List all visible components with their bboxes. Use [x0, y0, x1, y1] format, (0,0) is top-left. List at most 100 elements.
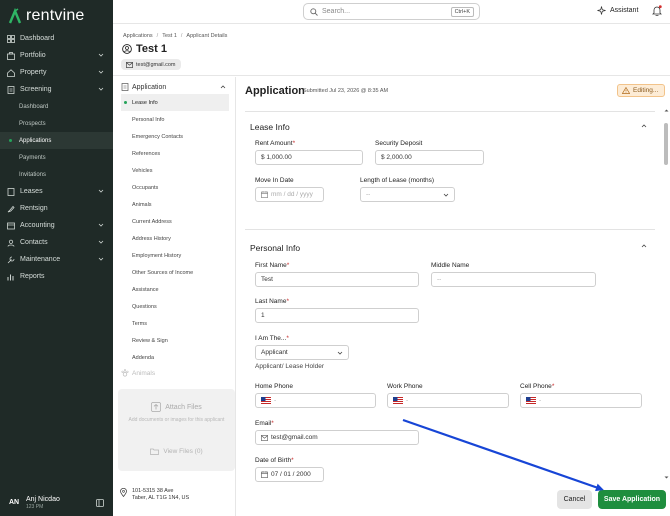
- sidebar-subitem-dashboard[interactable]: Dashboard: [0, 98, 113, 115]
- section-nav-item-occupants[interactable]: Occupants: [121, 179, 229, 196]
- sidebar-subitem-payments[interactable]: Payments: [0, 149, 113, 166]
- bell-icon[interactable]: [652, 5, 662, 16]
- rentvine-logo-icon: [8, 8, 22, 24]
- section-nav-item-other-income[interactable]: Other Sources of Income: [121, 264, 229, 281]
- sidebar-subitem-invitations[interactable]: Invitations: [0, 166, 113, 183]
- section-nav-item-assistance[interactable]: Assistance: [121, 281, 229, 298]
- us-flag-icon: [393, 397, 403, 404]
- breadcrumb-applications[interactable]: Applications: [123, 33, 153, 39]
- section-nav-animals-group[interactable]: Animals: [121, 369, 155, 377]
- scroll-down-arrow-icon[interactable]: [664, 475, 669, 480]
- section-nav-item-address-history[interactable]: Address History: [121, 230, 229, 247]
- rentsign-icon: [7, 205, 15, 213]
- sidebar-subitem-label: Applications: [19, 137, 52, 144]
- last-name-field[interactable]: 1: [255, 308, 419, 323]
- user-profile[interactable]: AN Anj Nicdao 123 PM: [0, 489, 113, 516]
- section-nav-heading[interactable]: Application: [121, 81, 229, 93]
- chevron-down-icon: [337, 351, 343, 355]
- first-name-field[interactable]: Test: [255, 272, 419, 287]
- email-field[interactable]: test@gmail.com: [255, 430, 419, 445]
- sidebar-subitem-applications[interactable]: Applications: [0, 132, 113, 149]
- section-nav-item-vehicles[interactable]: Vehicles: [121, 162, 229, 179]
- attach-files-dropzone[interactable]: Attach Files Add documents or images for…: [123, 394, 230, 434]
- section-nav-item-current-address[interactable]: Current Address: [121, 213, 229, 230]
- section-nav-label: Address History: [132, 235, 171, 242]
- scroll-up-arrow-icon[interactable]: [664, 108, 669, 113]
- assistant-button[interactable]: Assistant: [597, 6, 638, 15]
- section-nav-item-addenda[interactable]: Addenda: [121, 349, 229, 366]
- sidebar-item-reports[interactable]: Reports: [0, 268, 113, 285]
- section-nav-label: Questions: [132, 303, 157, 310]
- sidebar-item-label: Rentsign: [20, 205, 48, 212]
- search-input[interactable]: Search... Ctrl+K: [303, 3, 480, 20]
- section-nav-item-personal-info[interactable]: Personal Info: [121, 111, 229, 128]
- save-application-button[interactable]: Save Application: [598, 490, 666, 509]
- rent-amount-field[interactable]: $ 1,000.00: [255, 150, 363, 165]
- security-deposit-field[interactable]: $ 2,000.00: [375, 150, 484, 165]
- sidebar-subitem-prospects[interactable]: Prospects: [0, 115, 113, 132]
- chevron-up-icon[interactable]: [641, 243, 647, 249]
- work-phone-field[interactable]: -: [387, 393, 509, 408]
- work-phone-label: Work Phone: [387, 383, 423, 390]
- home-phone-prefix: -: [274, 397, 277, 404]
- sidebar-subitem-label: Dashboard: [19, 103, 49, 110]
- lease-length-select[interactable]: --: [360, 187, 455, 202]
- section-nav-item-employment-history[interactable]: Employment History: [121, 247, 229, 264]
- date-of-birth-field[interactable]: 07 / 01 / 2000: [255, 467, 324, 482]
- section-nav-animals-label: Animals: [132, 369, 156, 377]
- chevron-up-icon[interactable]: [641, 123, 647, 129]
- lease-info-title: Lease Info: [250, 122, 290, 132]
- move-in-date-field[interactable]: mm / dd / yyyy: [255, 187, 324, 202]
- cancel-button[interactable]: Cancel: [557, 490, 592, 509]
- sidebar-item-maintenance[interactable]: Maintenance: [0, 251, 113, 268]
- i-am-the-helper: Applicant/ Lease Holder: [255, 363, 325, 370]
- sidebar-item-leases[interactable]: Leases: [0, 183, 113, 200]
- section-divider: [245, 229, 655, 230]
- folder-icon: [150, 448, 160, 455]
- section-nav-item-animals[interactable]: Animals: [121, 196, 229, 213]
- home-phone-field[interactable]: -: [255, 393, 376, 408]
- i-am-the-select[interactable]: Applicant: [255, 345, 349, 360]
- email-chip[interactable]: test@gmail.com: [121, 59, 181, 70]
- breadcrumb-test-1[interactable]: Test 1: [162, 33, 177, 39]
- sidebar-collapse-icon[interactable]: [96, 499, 104, 507]
- sidebar-item-portfolio[interactable]: Portfolio: [0, 47, 113, 64]
- middle-name-field[interactable]: --: [431, 272, 596, 287]
- submitted-timestamp: Submitted Jul 23, 2026 @ 8:35 AM: [303, 88, 389, 94]
- accounting-icon: [7, 222, 15, 230]
- avatar: AN: [8, 499, 20, 506]
- rent-amount-label: Rent Amount*: [255, 140, 296, 147]
- logo[interactable]: rentvine: [8, 6, 85, 26]
- scrollbar-thumb[interactable]: [664, 123, 668, 165]
- sidebar-item-contacts[interactable]: Contacts: [0, 234, 113, 251]
- section-nav-item-references[interactable]: References: [121, 145, 229, 162]
- cell-phone-field[interactable]: -: [520, 393, 642, 408]
- sidebar-item-rentsign[interactable]: Rentsign: [0, 200, 113, 217]
- sidebar-item-property[interactable]: Property: [0, 64, 113, 81]
- i-am-the-label: I Am The...*: [255, 335, 289, 342]
- user-name: Anj Nicdao: [26, 495, 60, 503]
- lease-length-value: --: [366, 191, 371, 198]
- sidebar-item-dashboard[interactable]: Dashboard: [0, 30, 113, 47]
- section-nav-label: Addenda: [132, 354, 155, 361]
- sparkle-icon: [597, 6, 606, 15]
- middle-name-value: --: [437, 276, 442, 283]
- sidebar-item-screening[interactable]: Screening: [0, 81, 113, 98]
- section-nav-label: Review & Sign: [132, 337, 168, 344]
- section-nav-item-questions[interactable]: Questions: [121, 298, 229, 315]
- section-nav-item-review-sign[interactable]: Review & Sign: [121, 332, 229, 349]
- personal-info-title: Personal Info: [250, 243, 301, 253]
- address-line-2: Taber, AL T1G 1N4, US: [132, 495, 190, 501]
- sidebar-nav: Dashboard Portfolio Property Screening D…: [0, 30, 113, 285]
- sidebar-item-accounting[interactable]: Accounting: [0, 217, 113, 234]
- section-nav-item-terms[interactable]: Terms: [121, 315, 229, 332]
- sidebar-subitem-label: Prospects: [19, 120, 46, 127]
- reports-icon: [7, 273, 15, 281]
- breadcrumb-applicant-details: Applicant Details: [186, 33, 228, 39]
- section-nav-item-emergency-contacts[interactable]: Emergency Contacts: [121, 128, 229, 145]
- title-row: Test 1: [122, 43, 167, 55]
- view-files-button[interactable]: View Files (0): [118, 448, 235, 455]
- section-nav-item-lease-info[interactable]: Lease Info: [121, 94, 229, 111]
- maintenance-icon: [7, 256, 15, 264]
- sidebar-item-label: Screening: [20, 86, 52, 93]
